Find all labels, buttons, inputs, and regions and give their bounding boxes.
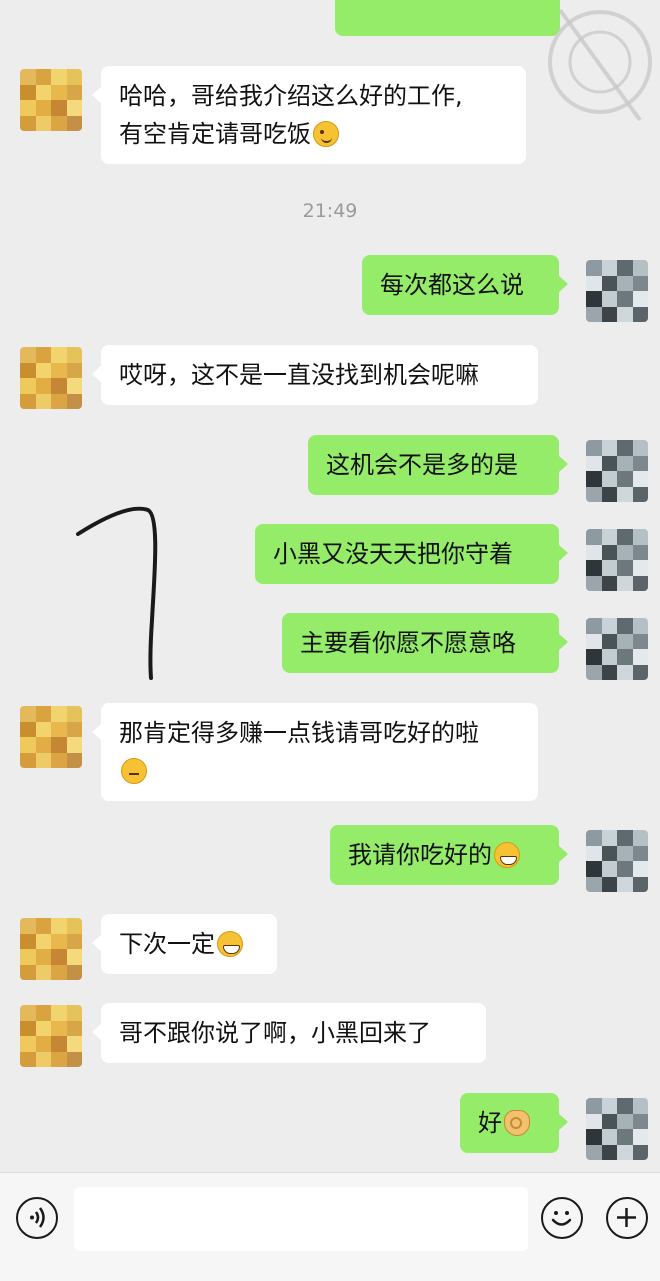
message-bubble[interactable]: 哎呀，这不是一直没找到机会呢嘛 xyxy=(92,345,538,405)
message-bubble[interactable]: 好 xyxy=(460,1093,568,1153)
message-text: 好 xyxy=(478,1109,502,1137)
message-bubble[interactable]: 那肯定得多赚一点钱请哥吃好的啦 xyxy=(92,703,538,801)
message-text: 哥不跟你说了啊，小黑回来了 xyxy=(119,1019,431,1047)
message-bubble[interactable]: 主要看你愿不愿意咯 xyxy=(282,613,568,673)
contact-avatar[interactable] xyxy=(20,918,82,980)
self-avatar[interactable] xyxy=(586,440,648,502)
smiley-icon xyxy=(551,1211,572,1226)
message-text: 我请你吃好的 xyxy=(348,841,492,869)
message-bubble[interactable]: 我请你吃好的 xyxy=(330,825,568,885)
self-avatar[interactable] xyxy=(586,529,648,591)
message-bubble[interactable]: 下次一定 xyxy=(92,914,277,974)
wink-emoji-icon xyxy=(313,121,339,147)
voice-button[interactable] xyxy=(16,1197,58,1239)
message-text: 小黑又没天天把你守着 xyxy=(273,540,513,568)
message-text: 下次一定 xyxy=(119,930,215,958)
contact-avatar[interactable] xyxy=(20,1005,82,1067)
message-bubble[interactable]: 小黑又没天天把你守着 xyxy=(255,524,568,584)
voice-icon xyxy=(30,1207,45,1228)
message-input[interactable] xyxy=(74,1187,528,1251)
self-avatar[interactable] xyxy=(586,618,648,680)
self-avatar[interactable] xyxy=(586,260,648,322)
thinking-emoji-icon xyxy=(121,758,147,784)
message-text: 哈哈，哥给我介绍这么好的工作, xyxy=(119,82,463,110)
self-avatar[interactable] xyxy=(586,830,648,892)
message-bubble[interactable]: 哈哈，哥给我介绍这么好的工作, 有空肯定请哥吃饭 xyxy=(92,66,526,164)
grin-emoji-icon xyxy=(494,842,520,868)
message-text: 这机会不是多的是 xyxy=(326,451,518,479)
chat-area[interactable]: 哈哈，哥给我介绍这么好的工作, 有空肯定请哥吃饭 21:49 每次都这么说 哎呀… xyxy=(0,0,660,1172)
chat-input-bar xyxy=(0,1172,660,1281)
message-text: 每次都这么说 xyxy=(380,271,524,299)
emoji-button[interactable] xyxy=(541,1197,583,1239)
message-text: 那肯定得多赚一点钱请哥吃好的啦 xyxy=(119,719,479,747)
message-text: 有空肯定请哥吃饭 xyxy=(119,120,311,148)
handwritten-stroke xyxy=(76,506,158,680)
plus-icon xyxy=(617,1208,636,1227)
contact-avatar[interactable] xyxy=(20,706,82,768)
message-text: 哎呀，这不是一直没找到机会呢嘛 xyxy=(119,361,479,389)
haijiao-watermark-logo xyxy=(548,8,652,122)
contact-avatar[interactable] xyxy=(20,347,82,409)
message-bubble[interactable]: 每次都这么说 xyxy=(362,255,568,315)
self-avatar[interactable] xyxy=(586,1098,648,1160)
grin-emoji-icon xyxy=(217,931,243,957)
message-text: 主要看你愿不愿意咯 xyxy=(300,629,516,657)
ok-hand-emoji-icon xyxy=(504,1110,530,1136)
more-button[interactable] xyxy=(606,1197,648,1239)
message-bubble[interactable]: 哥不跟你说了啊，小黑回来了 xyxy=(92,1003,486,1063)
message-bubble[interactable]: 这机会不是多的是 xyxy=(308,435,568,495)
contact-avatar[interactable] xyxy=(20,69,82,131)
message-timestamp: 21:49 xyxy=(302,200,358,222)
